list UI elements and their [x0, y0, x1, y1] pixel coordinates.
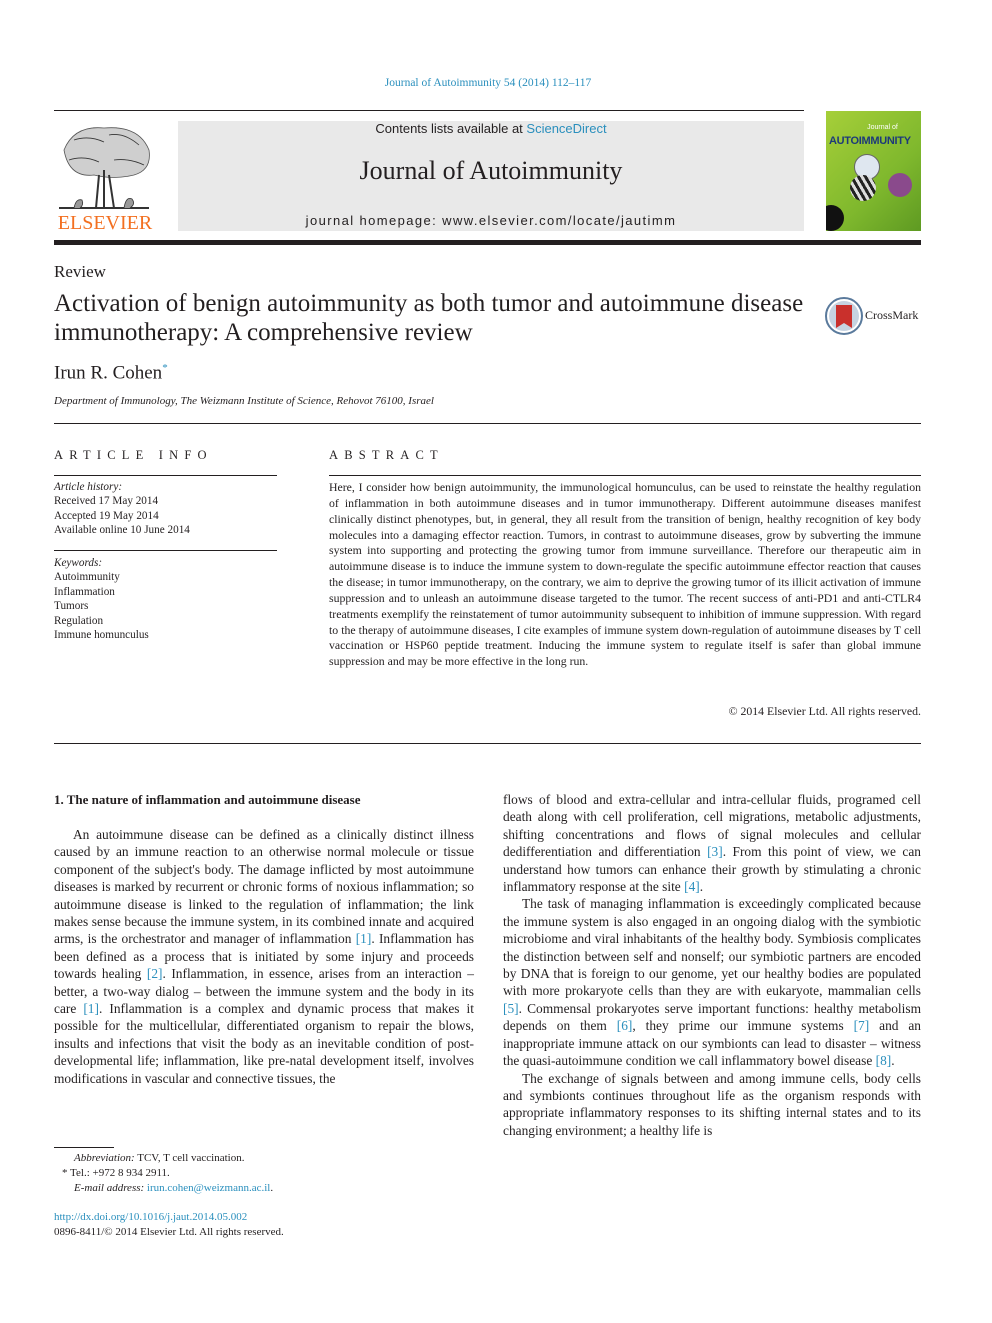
abstract-heading: ABSTRACT — [329, 448, 444, 462]
author-footnote-link[interactable]: * — [162, 362, 168, 374]
cover-line1: Journal of — [867, 124, 898, 131]
doi-link[interactable]: http://dx.doi.org/10.1016/j.jaut.2014.05… — [54, 1210, 284, 1225]
citation-link[interactable]: [5] — [503, 1001, 519, 1016]
keyword-item: Regulation — [54, 614, 104, 627]
keywords: Keywords: Autoimmunity Inflammation Tumo… — [54, 556, 149, 642]
footnote-rule — [54, 1147, 114, 1148]
abstract-text: Here, I consider how benign autoimmunity… — [329, 480, 921, 669]
doi-block: http://dx.doi.org/10.1016/j.jaut.2014.05… — [54, 1210, 284, 1240]
crossmark-icon[interactable] — [825, 297, 863, 335]
contents-line: Contents lists available at ScienceDirec… — [178, 121, 804, 136]
tel-text: Tel.: +972 8 934 2911. — [67, 1167, 170, 1179]
header-rule — [54, 110, 804, 111]
footnote-tel: * Tel.: +972 8 934 2911. — [54, 1166, 273, 1181]
cover-circle-icon — [826, 205, 844, 231]
citation-link[interactable]: [8] — [876, 1053, 892, 1068]
cover-circle-icon — [850, 175, 876, 201]
citation-link[interactable]: [3] — [707, 844, 723, 859]
email-label: E-mail address: — [74, 1182, 145, 1194]
front-matter-rule — [54, 743, 921, 744]
history-online: Available online 10 June 2014 — [54, 524, 190, 537]
article-info-heading: ARTICLE INFO — [54, 448, 213, 462]
head-rule — [54, 423, 921, 424]
journal-reference-link[interactable]: Journal of Autoimmunity 54 (2014) 112–11… — [0, 77, 976, 89]
text-run: . Inflammation is a complex and dynamic … — [54, 1001, 474, 1086]
footnote-abbreviation: Abbreviation: TCV, T cell vaccination. — [54, 1151, 273, 1166]
citation-link[interactable]: [1] — [356, 931, 372, 946]
citation-link[interactable]: [4] — [684, 879, 700, 894]
citation-link[interactable]: [2] — [147, 966, 163, 981]
keywords-rule — [54, 550, 277, 551]
email-link[interactable]: irun.cohen@weizmann.ac.il — [147, 1182, 270, 1194]
article-info-rule — [54, 475, 277, 476]
text-run: The exchange of signals between and amon… — [503, 1070, 921, 1138]
abbreviation-text: TCV, T cell vaccination. — [134, 1152, 245, 1164]
text-run: The task of managing inflammation is exc… — [503, 896, 921, 999]
author-name: Irun R. Cohen* — [54, 362, 168, 384]
text-run: , they prime our immune systems — [632, 1018, 854, 1034]
crossmark-label[interactable]: CrossMark — [865, 308, 918, 323]
history-received: Received 17 May 2014 — [54, 495, 159, 508]
paragraph: An autoimmune disease can be defined as … — [54, 826, 474, 1087]
cover-circle-icon — [888, 173, 912, 197]
article-history: Article history: Received 17 May 2014 Ac… — [54, 480, 190, 538]
email-suffix: . — [270, 1182, 274, 1194]
issn-copyright: 0896-8411/© 2014 Elsevier Ltd. All right… — [54, 1226, 284, 1238]
sciencedirect-link[interactable]: ScienceDirect — [526, 121, 606, 136]
article-history-label: Article history: — [54, 481, 123, 493]
elsevier-wordmark: ELSEVIER — [57, 212, 153, 234]
journal-name: Journal of Autoimmunity — [359, 156, 623, 185]
abstract-copyright: © 2014 Elsevier Ltd. All rights reserved… — [728, 704, 921, 718]
citation-link[interactable]: [6] — [617, 1018, 633, 1033]
keyword-item: Autoimmunity — [54, 571, 120, 584]
text-run: . — [699, 879, 704, 895]
footnote-email: E-mail address: irun.cohen@weizmann.ac.i… — [54, 1181, 273, 1196]
article-type: Review — [54, 262, 106, 281]
journal-cover-image[interactable]: Journal of AUTOIMMUNITY — [826, 111, 921, 231]
journal-homepage[interactable]: journal homepage: www.elsevier.com/locat… — [178, 213, 804, 228]
text-run: An autoimmune disease can be defined as … — [54, 827, 474, 947]
abstract-rule — [329, 475, 921, 476]
body-column-left: An autoimmune disease can be defined as … — [54, 826, 474, 1087]
text-run: . — [891, 1053, 895, 1069]
section-heading: 1. The nature of inflammation and autoim… — [54, 792, 361, 807]
paragraph: The task of managing inflammation is exc… — [503, 895, 921, 1069]
author-name-text: Irun R. Cohen — [54, 362, 163, 384]
citation-link[interactable]: [1] — [83, 1001, 99, 1016]
contents-prefix: Contents lists available at — [375, 121, 527, 136]
keyword-item: Immune homunculus — [54, 629, 149, 642]
paragraph: The exchange of signals between and amon… — [503, 1070, 921, 1140]
article-title: Activation of benign autoimmunity as bot… — [54, 290, 804, 346]
footnotes: Abbreviation: TCV, T cell vaccination. *… — [54, 1151, 273, 1196]
abbreviation-label: Abbreviation: — [74, 1152, 135, 1164]
cover-line2: AUTOIMMUNITY — [829, 135, 911, 147]
keyword-item: Inflammation — [54, 585, 115, 598]
author-affiliation: Department of Immunology, The Weizmann I… — [54, 395, 434, 407]
citation-link[interactable]: [7] — [854, 1018, 870, 1033]
body-column-right: flows of blood and extra-cellular and in… — [503, 791, 921, 1139]
keyword-item: Tumors — [54, 600, 89, 613]
masthead-rule — [54, 240, 921, 245]
history-accepted: Accepted 19 May 2014 — [54, 509, 159, 522]
paragraph: flows of blood and extra-cellular and in… — [503, 791, 921, 895]
keywords-label: Keywords: — [54, 557, 103, 569]
